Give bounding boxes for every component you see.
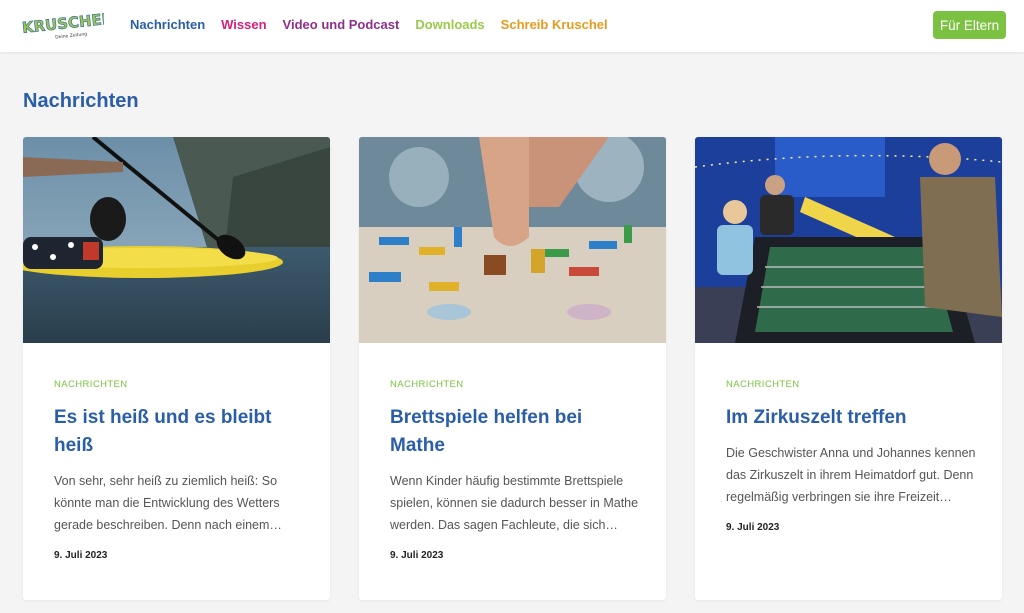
article-card[interactable]: NACHRICHTEN Brettspiele helfen bei Mathe… bbox=[359, 137, 666, 600]
card-date: 9. Juli 2023 bbox=[726, 522, 780, 533]
paddleboard-dog-photo[interactable] bbox=[23, 137, 330, 343]
site-header: KRUSCHEL Deine Zeitung Nachrichten Wisse… bbox=[0, 0, 1024, 52]
card-body: NACHRICHTEN Es ist heiß und es bleibt he… bbox=[54, 379, 304, 561]
nav-item-video-und-podcast[interactable]: Video und Podcast bbox=[283, 17, 400, 32]
card-title[interactable]: Im Zirkuszelt treffen bbox=[726, 404, 976, 432]
card-body: NACHRICHTEN Im Zirkuszelt treffen Die Ge… bbox=[726, 379, 976, 533]
card-excerpt: Die Geschwister Anna und Johannes kennen… bbox=[726, 446, 976, 504]
nav-item-wissen[interactable]: Wissen bbox=[221, 17, 266, 32]
card-title[interactable]: Brettspiele helfen bei Mathe bbox=[390, 404, 640, 460]
nav-item-downloads[interactable]: Downloads bbox=[415, 17, 484, 32]
card-excerpt: Von sehr, sehr heiß zu ziemlich heiß: So… bbox=[54, 474, 282, 532]
article-card[interactable]: NACHRICHTEN Im Zirkuszelt treffen Die Ge… bbox=[695, 137, 1002, 600]
board-game-photo[interactable] bbox=[359, 137, 666, 343]
logo-wordmark: KRUSCHEL bbox=[21, 10, 104, 37]
card-category[interactable]: NACHRICHTEN bbox=[390, 379, 640, 390]
section-title: Nachrichten bbox=[23, 90, 139, 112]
card-category[interactable]: NACHRICHTEN bbox=[54, 379, 304, 390]
kruschel-logo[interactable]: KRUSCHEL Deine Zeitung bbox=[20, 9, 104, 41]
card-date: 9. Juli 2023 bbox=[54, 550, 108, 561]
circus-tent-foosball-photo[interactable] bbox=[695, 137, 1002, 343]
article-card[interactable]: NACHRICHTEN Es ist heiß und es bleibt he… bbox=[23, 137, 330, 600]
card-date: 9. Juli 2023 bbox=[390, 550, 444, 561]
card-title[interactable]: Es ist heiß und es bleibt heiß bbox=[54, 404, 304, 460]
card-excerpt: Wenn Kinder häufig bestimmte Brettspiele… bbox=[390, 474, 639, 532]
nav-item-nachrichten[interactable]: Nachrichten bbox=[130, 17, 205, 32]
card-body: NACHRICHTEN Brettspiele helfen bei Mathe… bbox=[390, 379, 640, 561]
card-category[interactable]: NACHRICHTEN bbox=[726, 379, 976, 390]
main-navigation: Nachrichten Wissen Video und Podcast Dow… bbox=[130, 17, 608, 32]
for-parents-button[interactable]: Für Eltern bbox=[933, 11, 1006, 39]
nav-item-schreib-kruschel[interactable]: Schreib Kruschel bbox=[501, 17, 608, 32]
